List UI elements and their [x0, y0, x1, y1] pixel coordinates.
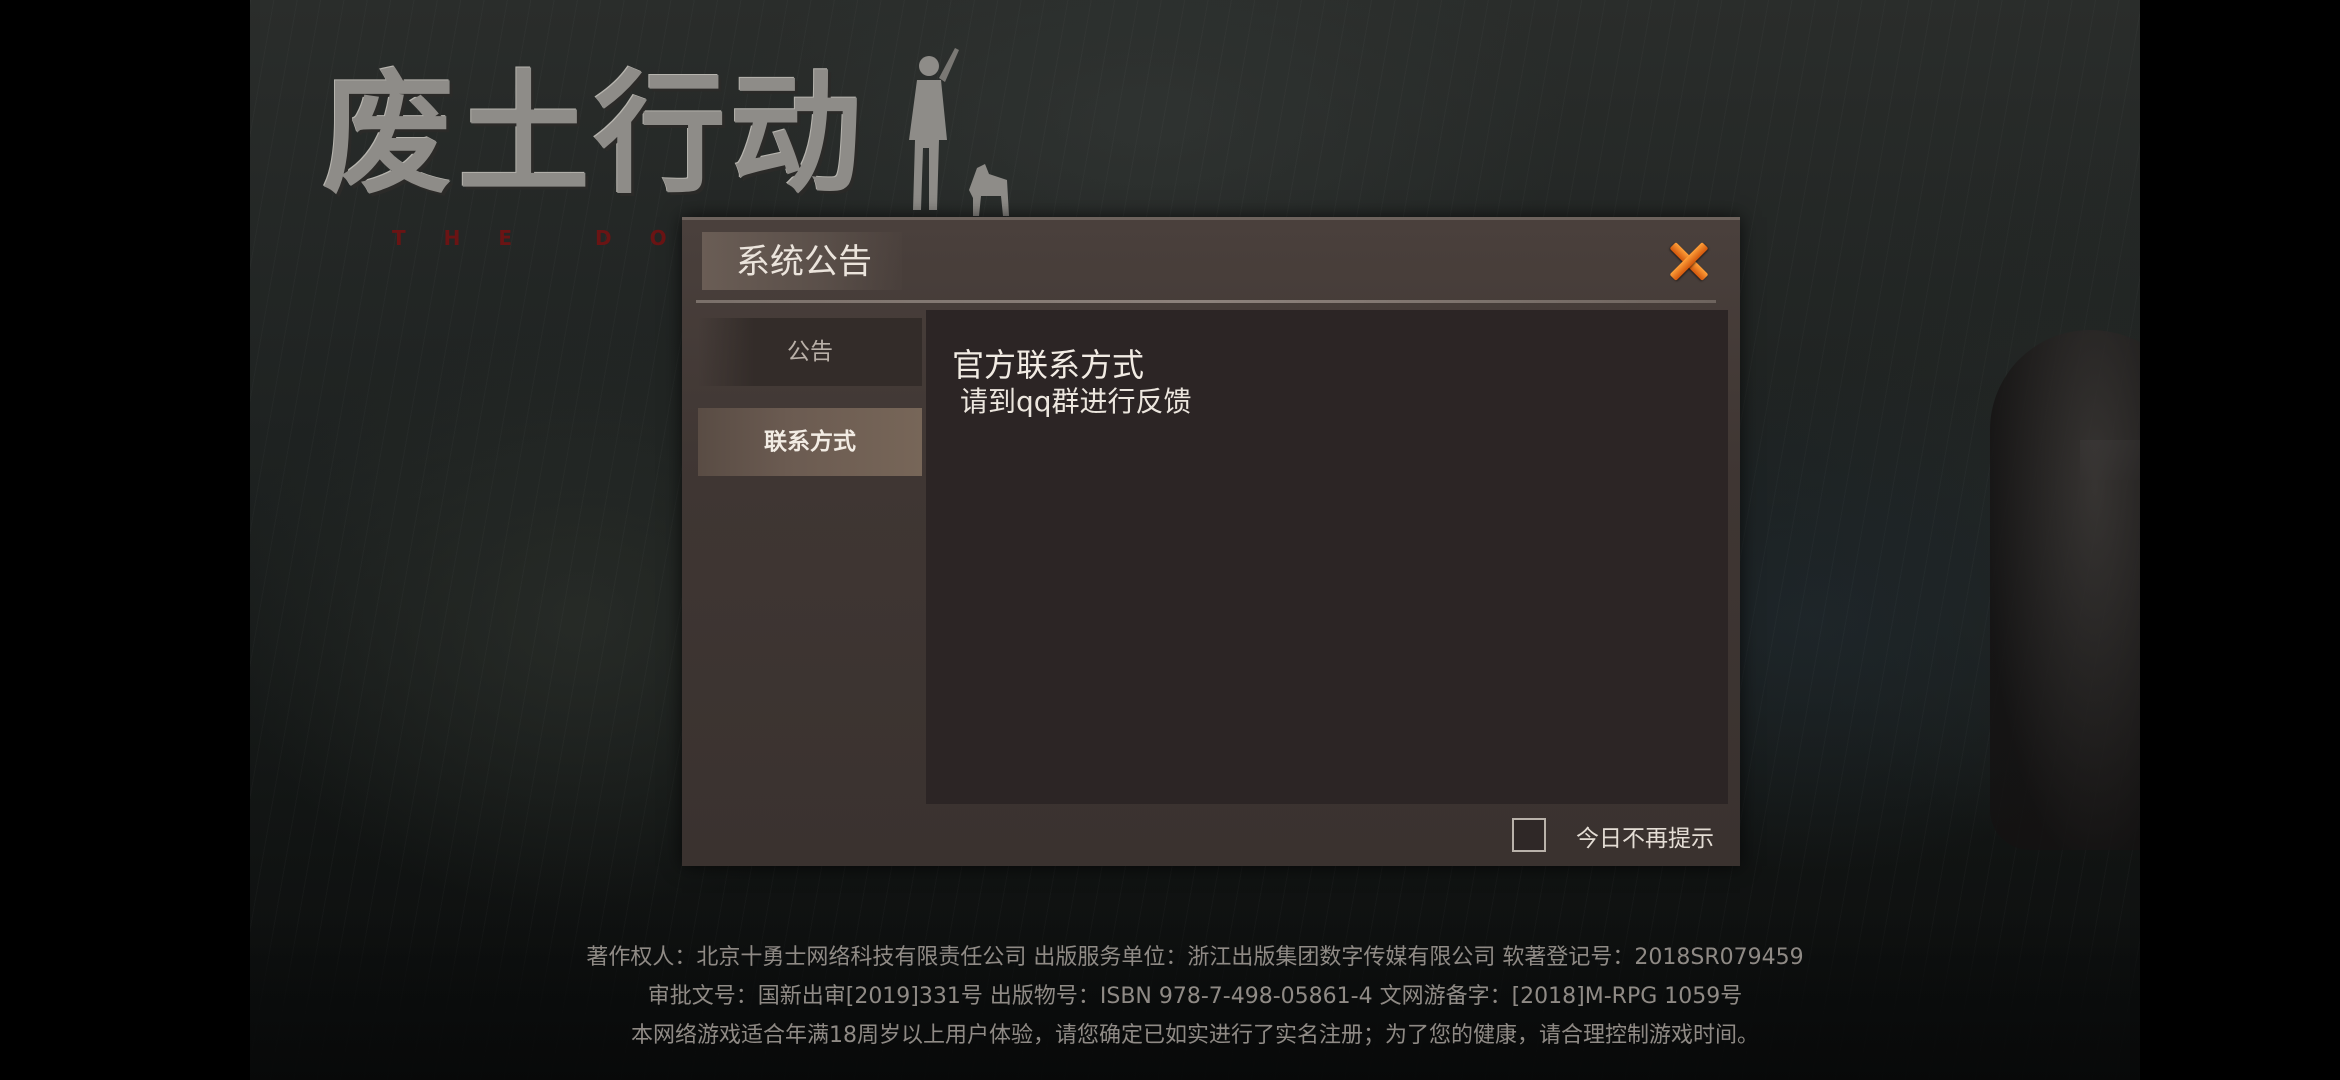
announcement-content: 官方联系方式 请到qq群进行反馈: [926, 310, 1728, 804]
close-button[interactable]: [1660, 232, 1718, 290]
game-screen: 废土行动 THE DOOMS 系统公告 公告 联系方式 官方联系方式 请到qq群…: [0, 0, 2340, 1080]
logo-title: 废土行动: [322, 57, 866, 212]
header-divider: [696, 300, 1716, 303]
approval-line: 审批文号：国新出审[2019]331号 出版物号：ISBN 978-7-498-…: [647, 984, 1743, 1009]
copyright-line: 著作权人：北京十勇士网络科技有限责任公司 出版服务单位：浙江出版集团数字传媒有限…: [586, 945, 1804, 970]
survivor-dog-logo-icon: [909, 48, 1009, 216]
tab-announcement[interactable]: 公告: [698, 318, 922, 386]
content-body: 请到qq群进行反馈: [960, 385, 1192, 418]
announcement-tabs: 公告 联系方式: [698, 318, 922, 698]
age-notice-line: 本网络游戏适合年满18周岁以上用户体验，请您确定已如实进行了实名注册；为了您的健…: [631, 1023, 1759, 1048]
legal-footer: 著作权人：北京十勇士网络科技有限责任公司 出版服务单位：浙江出版集团数字传媒有限…: [250, 938, 2140, 1055]
checkbox-empty-icon[interactable]: [1512, 818, 1546, 852]
survivor-figure: [1990, 330, 2140, 850]
system-announcement-dialog: 系统公告 公告 联系方式 官方联系方式 请到qq群进行反馈 今日不再提示: [682, 217, 1740, 866]
dialog-title: 系统公告: [736, 242, 872, 282]
dont-show-today-label[interactable]: 今日不再提示: [1576, 819, 1714, 853]
tab-contact[interactable]: 联系方式: [698, 408, 922, 476]
